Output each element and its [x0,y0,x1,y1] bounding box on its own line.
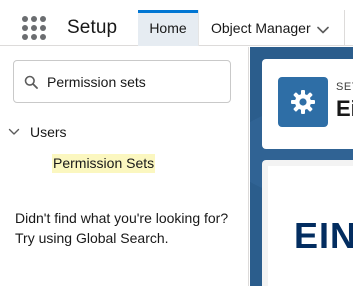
quick-find-input[interactable] [47,71,225,93]
page-header-card: SET Ei [262,59,353,149]
not-found-message: Didn't find what you're looking for? Try… [15,210,229,246]
app-name: Setup [67,17,118,38]
page-header-eyebrow: SET [336,81,353,93]
tab-home[interactable]: Home [138,10,198,46]
setup-navigation-panel: Users Permission Sets Didn't find what y… [0,47,249,286]
tab-object-manager[interactable]: Object Manager [198,10,336,46]
page-header-title: Ei [336,96,353,121]
quick-find-search[interactable] [13,60,231,103]
chevron-down-icon[interactable] [8,126,20,138]
search-icon [24,75,38,89]
chevron-down-icon[interactable] [317,24,329,36]
setup-gear-tile [278,77,328,127]
banner-heading: EIN [294,215,353,256]
tab-object-manager-label: Object Manager [211,20,311,36]
global-header: Setup Home Object Manager [0,0,353,46]
tree-item-permission-sets[interactable]: Permission Sets [52,154,156,173]
gear-icon [291,90,315,114]
app-launcher-waffle-icon[interactable] [22,16,46,40]
tab-divider [344,10,345,46]
tree-group-label: Users [30,124,67,140]
